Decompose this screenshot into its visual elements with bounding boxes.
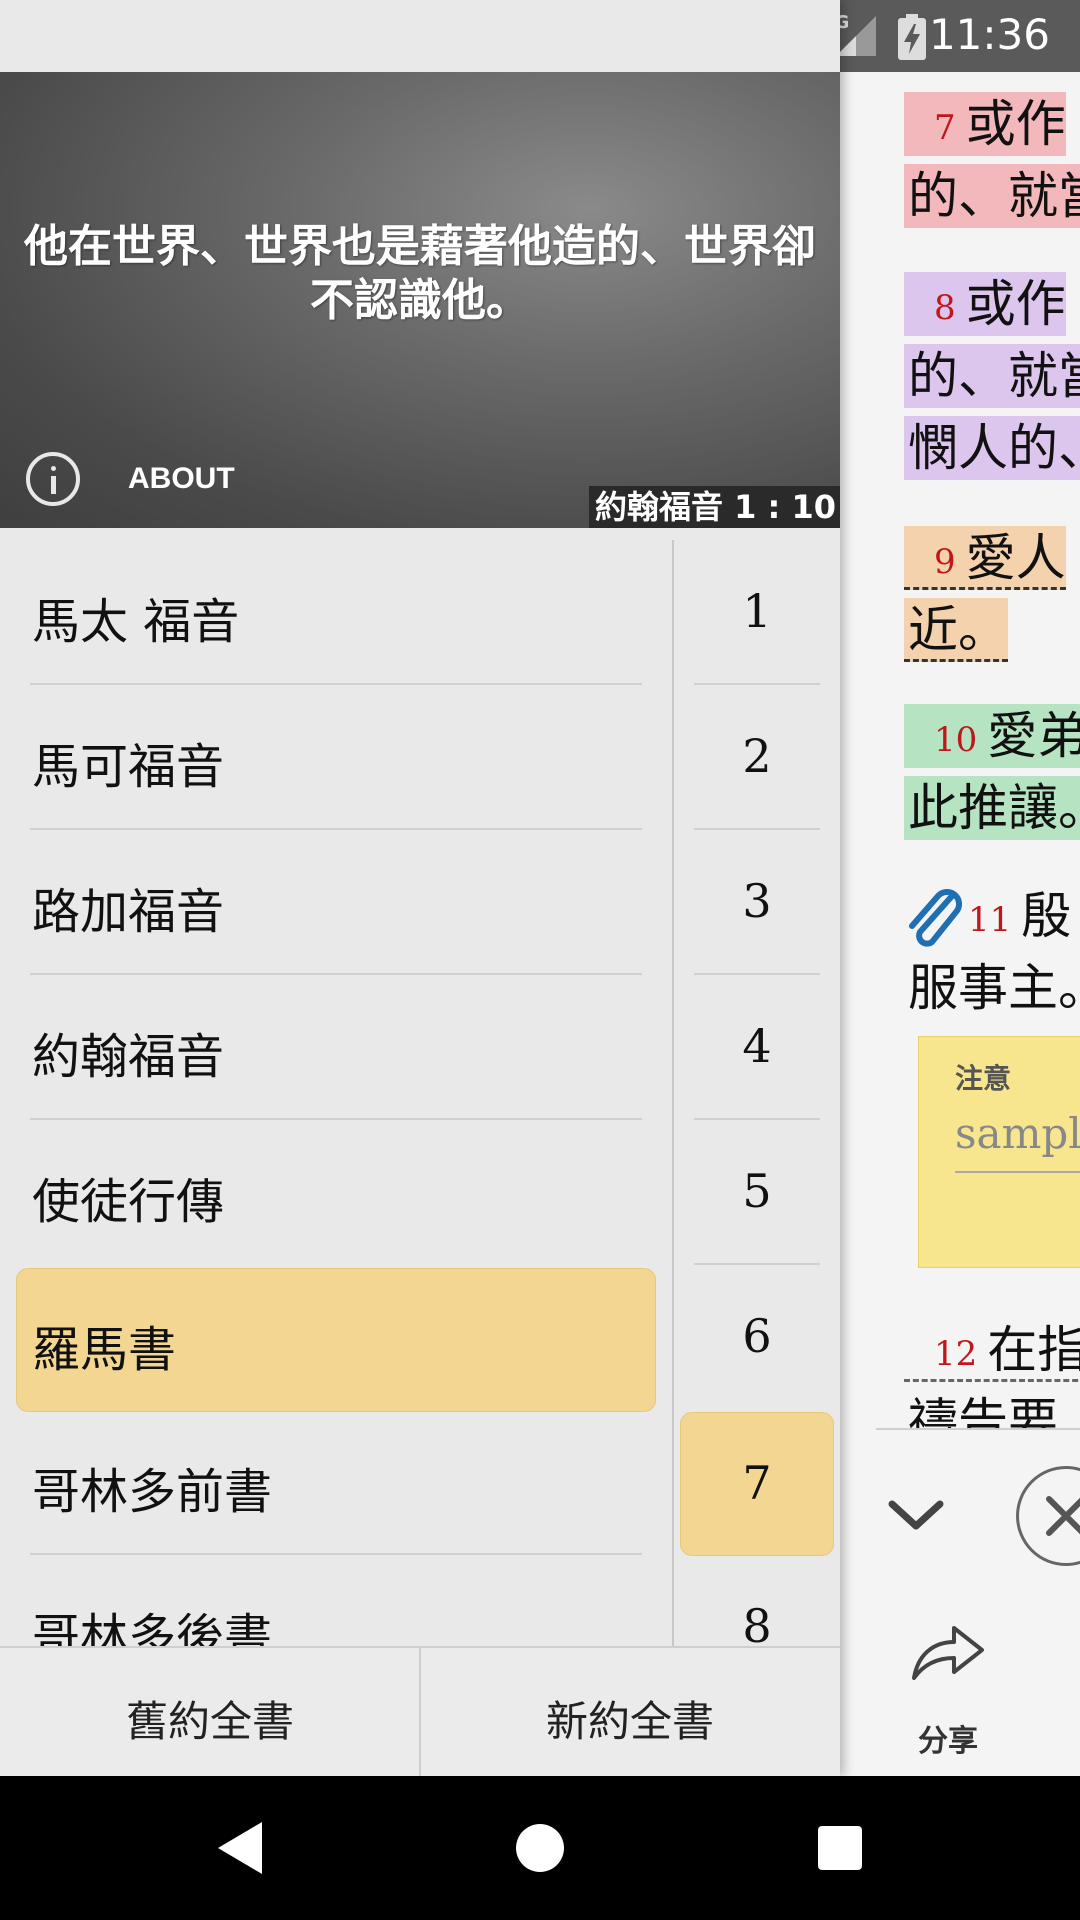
book-label: 使徒行傳 [32,1174,225,1230]
chapter-number: 8 [742,1599,772,1646]
book-label: 馬太 福音 [32,594,240,650]
close-icon [1046,1496,1080,1536]
status-time: 11:36 [928,10,1050,59]
book-label: 路加福音 [32,884,225,940]
info-icon [26,452,80,506]
chapter-item[interactable]: 2 [674,685,840,830]
book-label: 約翰福音 [32,1029,225,1085]
book-label: 哥林多前書 [32,1464,273,1520]
chapter-list[interactable]: 1 2 3 4 5 6 7 8 [674,540,840,1646]
book-item[interactable]: 使徒行傳 [0,1120,672,1265]
verse-line: 的、就當 [904,164,1080,228]
tab-old-testament[interactable]: 舊約全書 [0,1648,420,1776]
book-label: 羅馬書 [32,1322,177,1378]
verse-line: 7 或作 [904,92,1066,156]
note-text[interactable]: sample [955,1109,1080,1158]
verse-line: 12 在指 [904,1318,1080,1382]
chapter-number: 6 [742,1309,772,1363]
battery-charging-icon [898,14,926,60]
chapter-item[interactable]: 3 [674,830,840,975]
tab-label: 新約全書 [545,1697,714,1746]
recent-apps-icon[interactable] [818,1826,862,1870]
note-card[interactable]: 注意 sample [918,1036,1080,1268]
verse-line: 近。 [904,598,1008,662]
share-label[interactable]: 分享 [898,1716,998,1760]
verse-number: 7 [934,107,956,148]
chapter-number: 4 [742,1019,772,1073]
chapter-item[interactable]: 8 [674,1555,840,1646]
verse-line: 10 愛弟 [904,704,1080,768]
verse-10[interactable]: 10愛弟 此推讓。 [904,704,1080,848]
chapter-number: 1 [742,584,772,638]
verse-number: 8 [934,287,956,328]
verse-8[interactable]: 8或作 的、就當 憫人的、 [904,272,1080,488]
chapter-number: 2 [742,729,772,783]
book-item[interactable]: 哥林多前書 [0,1410,672,1555]
home-icon[interactable] [516,1824,564,1872]
book-item[interactable]: 馬可福音 [0,685,672,830]
verse-number: 9 [934,541,956,582]
chevron-down-icon[interactable] [884,1490,948,1538]
chapter-number: 5 [742,1164,772,1218]
book-label: 哥林多後書 [32,1609,273,1646]
verse-line: 服事主。 [908,959,1080,1017]
about-button[interactable]: ABOUT [26,452,246,508]
share-icon[interactable] [908,1620,988,1684]
tab-label: 舊約全書 [125,1697,294,1746]
note-underline [955,1171,1080,1173]
verse-line: 此推讓。 [904,776,1080,840]
verse-number: 12 [934,1333,978,1374]
back-icon[interactable] [218,1822,262,1874]
book-label: 馬可福音 [32,739,225,795]
screen: 7或作 的、就當 8或作 的、就當 憫人的、 9愛人 近。 10愛弟 此推讓。 … [0,0,1080,1920]
book-item[interactable]: 約翰福音 [0,975,672,1120]
verse-number: 11 [968,899,1012,940]
book-item-selected[interactable]: 羅馬書 [0,1264,672,1412]
book-item[interactable]: 哥林多後書 [0,1555,672,1646]
book-item[interactable]: 路加福音 [0,830,672,975]
about-label: ABOUT [128,462,235,495]
paperclip-icon[interactable] [904,886,964,952]
testament-tabs: 舊約全書 新約全書 [0,1646,840,1776]
verse-line: 8 或作 [904,272,1066,336]
chapter-item[interactable]: 4 [674,975,840,1120]
chapter-item[interactable]: 1 [674,540,840,685]
chapter-number: 7 [742,1456,772,1510]
verse-line: 的、就當 [904,344,1080,408]
chapter-number: 3 [742,874,772,928]
verse-7[interactable]: 7或作 的、就當 [904,92,1080,236]
chapter-item[interactable]: 5 [674,1120,840,1265]
verse-number: 10 [934,719,978,760]
close-button[interactable] [1016,1466,1080,1566]
verse-11[interactable]: 11殷 服事主。 [904,884,1080,1028]
drawer-header: 他在世界、世界也是藉著他造的、世界卻不認識他。 ABOUT 約翰福音 1 : 1… [0,72,840,528]
book-list[interactable]: 馬太 福音 馬可福音 路加福音 約翰福音 使徒行傳 羅馬書 哥林多前書 哥林多後… [0,540,672,1646]
note-title: 注意 [955,1062,1012,1095]
verse-of-the-day[interactable]: 他在世界、世界也是藉著他造的、世界卻不認識他。 [10,220,830,328]
verse-reference[interactable]: 約翰福音 1 : 10 [588,486,840,528]
navigation-drawer: 他在世界、世界也是藉著他造的、世界卻不認識他。 ABOUT 約翰福音 1 : 1… [0,0,840,1776]
verse-line: 9 愛人 [904,526,1066,590]
chapter-item[interactable]: 6 [674,1265,840,1410]
book-item[interactable]: 馬太 福音 [0,540,672,685]
chapter-item-selected[interactable]: 7 [674,1410,840,1556]
verse-line: 憫人的、 [904,416,1080,480]
tab-new-testament[interactable]: 新約全書 [420,1648,840,1776]
verse-9[interactable]: 9 愛人 近。 [904,526,1080,670]
